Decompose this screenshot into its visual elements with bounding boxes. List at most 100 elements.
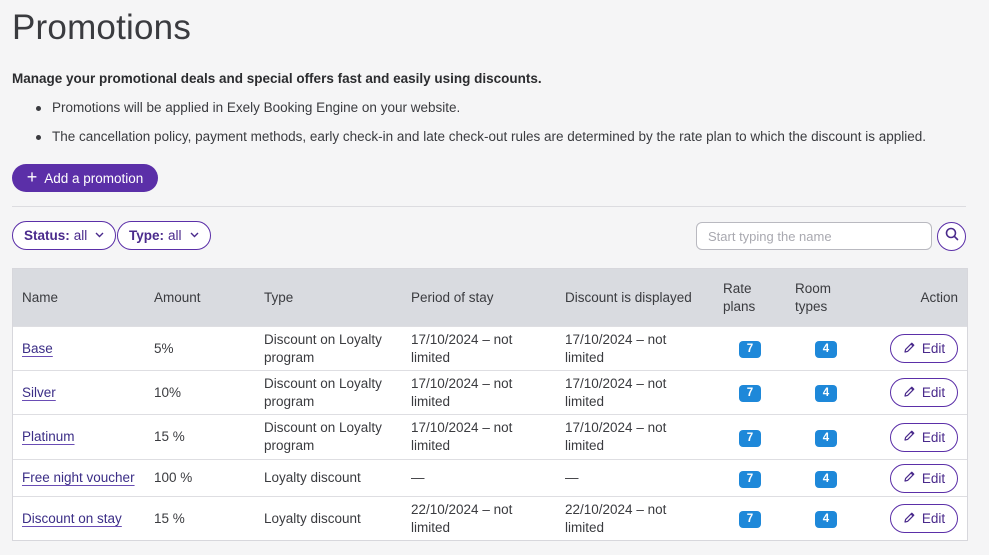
rate-plans-badge[interactable]: 7 — [739, 470, 761, 488]
edit-button[interactable]: Edit — [890, 422, 958, 452]
column-header-rate-plans-line1: Rate — [723, 280, 752, 296]
cell-rate-plans: 7 — [714, 383, 786, 402]
type-filter[interactable]: Type: all — [117, 221, 211, 250]
search-button[interactable] — [937, 222, 966, 251]
promotion-name-link[interactable]: Base — [22, 341, 53, 356]
cell-period: 17/10/2024 – not limited — [402, 419, 556, 455]
cell-type-line1: Loyalty discount — [264, 470, 361, 485]
cell-amount: 5% — [154, 340, 174, 356]
cell-period-line2: limited — [411, 393, 451, 409]
edit-button[interactable]: Edit — [890, 334, 958, 363]
rate-plans-badge[interactable]: 7 — [739, 511, 761, 528]
cell-period-line1: 22/10/2024 – not — [411, 501, 513, 517]
cell-rate-plans: 7 — [714, 339, 786, 358]
column-header-name: Name — [22, 289, 59, 305]
cell-period-line1: 17/10/2024 – not — [411, 375, 513, 391]
divider — [12, 206, 966, 207]
promotion-name-link[interactable]: Discount on stay — [22, 511, 122, 526]
cell-type: Discount on Loyalty program — [255, 331, 402, 367]
room-types-badge[interactable]: 4 — [815, 470, 837, 488]
cell-name: Silver — [13, 384, 145, 402]
edit-label: Edit — [921, 470, 946, 486]
cell-displayed-line1: 17/10/2024 – not — [565, 331, 667, 347]
cell-type-line1: Discount on Loyalty — [264, 375, 382, 391]
promotion-name-link[interactable]: Free night voucher — [22, 470, 135, 485]
edit-label: Edit — [921, 429, 946, 445]
cell-type-line1: Discount on Loyalty — [264, 331, 382, 347]
info-bullet: The cancellation policy, payment methods… — [34, 129, 926, 158]
chevron-down-icon — [190, 230, 199, 241]
cell-displayed: 17/10/2024 – not limited — [556, 419, 714, 455]
pencil-icon — [903, 385, 916, 401]
status-filter-label: Status: — [24, 228, 70, 243]
cell-period-line1: 17/10/2024 – not — [411, 331, 513, 347]
cell-period-line2: limited — [411, 438, 451, 453]
cell-displayed-line1: 17/10/2024 – not — [565, 420, 667, 435]
column-header-action: Action — [920, 289, 958, 305]
type-filter-value: all — [168, 228, 182, 243]
cell-displayed-line1: 22/10/2024 – not — [565, 501, 667, 517]
cell-action: Edit — [866, 463, 967, 493]
column-header-rate-plans: Rate plans — [714, 280, 786, 316]
page-title: Promotions — [12, 8, 192, 47]
cell-period-line1: — — [411, 470, 425, 485]
cell-action: Edit — [866, 504, 967, 533]
cell-name: Free night voucher — [13, 469, 145, 487]
edit-button[interactable]: Edit — [890, 504, 958, 533]
cell-period-line1: 17/10/2024 – not — [411, 420, 513, 435]
cell-type-line1: Discount on Loyalty — [264, 420, 382, 435]
cell-name: Discount on stay — [13, 510, 145, 528]
cell-period-line2: limited — [411, 349, 451, 365]
pencil-icon — [903, 511, 916, 527]
cell-action: Edit — [866, 422, 967, 452]
cell-type-line2: program — [264, 393, 315, 409]
room-types-badge[interactable]: 4 — [815, 385, 837, 402]
add-promotion-button[interactable]: + Add a promotion — [12, 164, 158, 192]
search-icon — [945, 227, 959, 246]
promotions-table: Name Amount Type Period of stay Discount… — [12, 268, 968, 541]
table-header: Name Amount Type Period of stay Discount… — [13, 269, 967, 326]
cell-period: 22/10/2024 – not limited — [402, 501, 556, 537]
info-bullet: Promotions will be applied in Exely Book… — [34, 100, 926, 129]
intro-text: Manage your promotional deals and specia… — [12, 71, 542, 86]
room-types-badge[interactable]: 4 — [815, 429, 837, 447]
cell-room-types: 4 — [786, 339, 866, 358]
cell-period: 17/10/2024 – not limited — [402, 331, 556, 367]
cell-type-line2: program — [264, 349, 315, 365]
cell-type: Discount on Loyalty program — [255, 419, 402, 455]
cell-room-types: 4 — [786, 383, 866, 402]
cell-type-line2: program — [264, 438, 315, 453]
cell-displayed: 17/10/2024 – not limited — [556, 375, 714, 411]
promotion-name-link[interactable]: Silver — [22, 385, 56, 400]
cell-displayed-line1: 17/10/2024 – not — [565, 375, 667, 391]
pencil-icon — [903, 429, 916, 445]
edit-button[interactable]: Edit — [890, 463, 958, 493]
cell-type-line1: Loyalty discount — [264, 510, 361, 526]
cell-displayed-line2: limited — [565, 438, 605, 453]
plus-icon: + — [26, 167, 38, 187]
chevron-down-icon — [95, 230, 104, 241]
room-types-badge[interactable]: 4 — [815, 341, 837, 358]
cell-displayed-line2: limited — [565, 393, 605, 409]
search-input[interactable] — [696, 222, 932, 250]
rate-plans-badge[interactable]: 7 — [739, 385, 761, 402]
room-types-badge[interactable]: 4 — [815, 511, 837, 528]
edit-label: Edit — [921, 385, 946, 400]
cell-displayed-line2: limited — [565, 519, 605, 535]
info-list: Promotions will be applied in Exely Book… — [34, 100, 926, 158]
table-row: Base 5% Discount on Loyalty program 17/10/20… — [13, 326, 967, 370]
column-header-amount: Amount — [154, 289, 201, 305]
promotion-name-link[interactable]: Platinum — [22, 429, 75, 444]
cell-period: 17/10/2024 – not limited — [402, 375, 556, 411]
edit-label: Edit — [921, 341, 946, 356]
rate-plans-badge[interactable]: 7 — [739, 429, 761, 447]
table-row: Free night voucher 100 % Loyalty discount —… — [13, 459, 967, 496]
edit-button[interactable]: Edit — [890, 378, 958, 407]
cell-rate-plans: 7 — [714, 428, 786, 447]
status-filter[interactable]: Status: all — [12, 221, 117, 250]
edit-label: Edit — [921, 511, 946, 526]
cell-type: Loyalty discount — [255, 510, 402, 528]
cell-room-types: 4 — [786, 428, 866, 447]
cell-displayed-line2: limited — [565, 349, 605, 365]
rate-plans-badge[interactable]: 7 — [739, 341, 761, 358]
